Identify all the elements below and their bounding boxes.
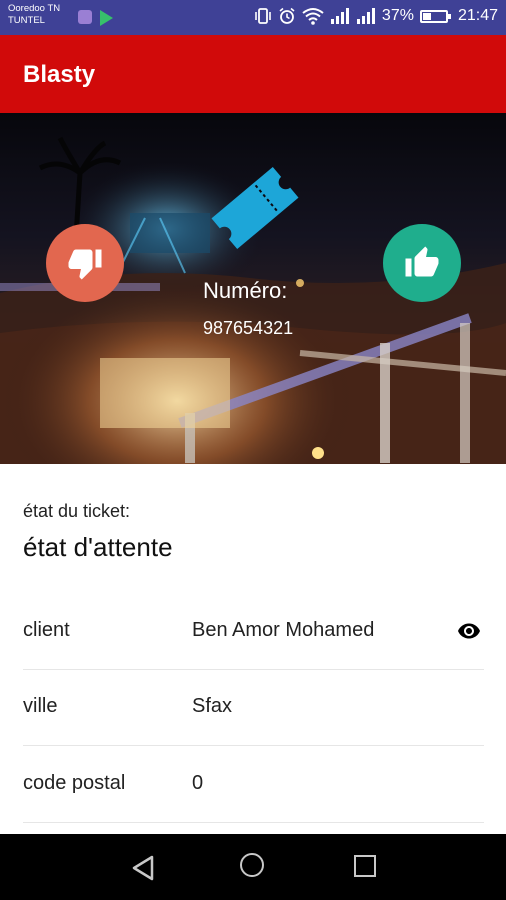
thumbs-down-icon (68, 249, 102, 280)
signal-icon (356, 8, 375, 24)
detail-label: code postal (23, 772, 126, 794)
detail-label: client (23, 619, 70, 641)
ticket-header: Numéro: 987654321 (0, 113, 506, 464)
app-bar: Blasty (0, 35, 506, 113)
back-icon[interactable] (130, 854, 156, 882)
accept-button[interactable] (383, 224, 461, 302)
system-nav-bar (0, 834, 506, 900)
ticket-number-label: Numéro: (203, 278, 288, 303)
detail-value: Ben Amor Mohamed (192, 619, 375, 641)
clock: 21:47 (457, 7, 498, 24)
carrier-info: Ooredoo TN TUNTEL (8, 3, 60, 27)
wifi-icon (302, 8, 324, 25)
system-icons: 37% 21:47 (254, 7, 498, 25)
signal-icon (330, 8, 349, 24)
battery-percent: 37% (381, 7, 414, 24)
notification-icons (78, 10, 113, 26)
detail-label: ville (23, 695, 58, 717)
ticket-icon (211, 166, 299, 250)
detail-row-client: client Ben Amor Mohamed (23, 593, 484, 670)
carrier-network: TUNTEL (8, 15, 45, 26)
thumbs-up-icon (405, 246, 439, 277)
gallery-app-icon (78, 10, 92, 24)
home-icon[interactable] (240, 853, 264, 877)
detail-row-ville: ville Sfax (23, 669, 484, 746)
ticket-status-label: état du ticket: (23, 501, 131, 521)
detail-value: Sfax (192, 695, 233, 717)
recents-icon[interactable] (354, 855, 376, 877)
vibrate-icon (255, 8, 271, 24)
status-bar: Ooredoo TN TUNTEL 37% 21:47 (0, 0, 506, 35)
detail-value: 0 (192, 772, 204, 794)
app-title: Blasty (23, 61, 96, 88)
alarm-icon (279, 7, 295, 24)
ticket-number-value: 987654321 (203, 318, 294, 338)
refuse-button[interactable] (46, 224, 124, 302)
carrier-name: Ooredoo TN (8, 3, 61, 14)
play-store-icon (100, 10, 113, 26)
detail-row-code-postal: code postal 0 (23, 746, 484, 823)
eye-icon[interactable] (454, 619, 484, 643)
ticket-status-value: état d'attente (23, 532, 173, 562)
battery-icon (419, 9, 451, 23)
ticket-details: état du ticket: état d'attente client Be… (0, 464, 506, 834)
